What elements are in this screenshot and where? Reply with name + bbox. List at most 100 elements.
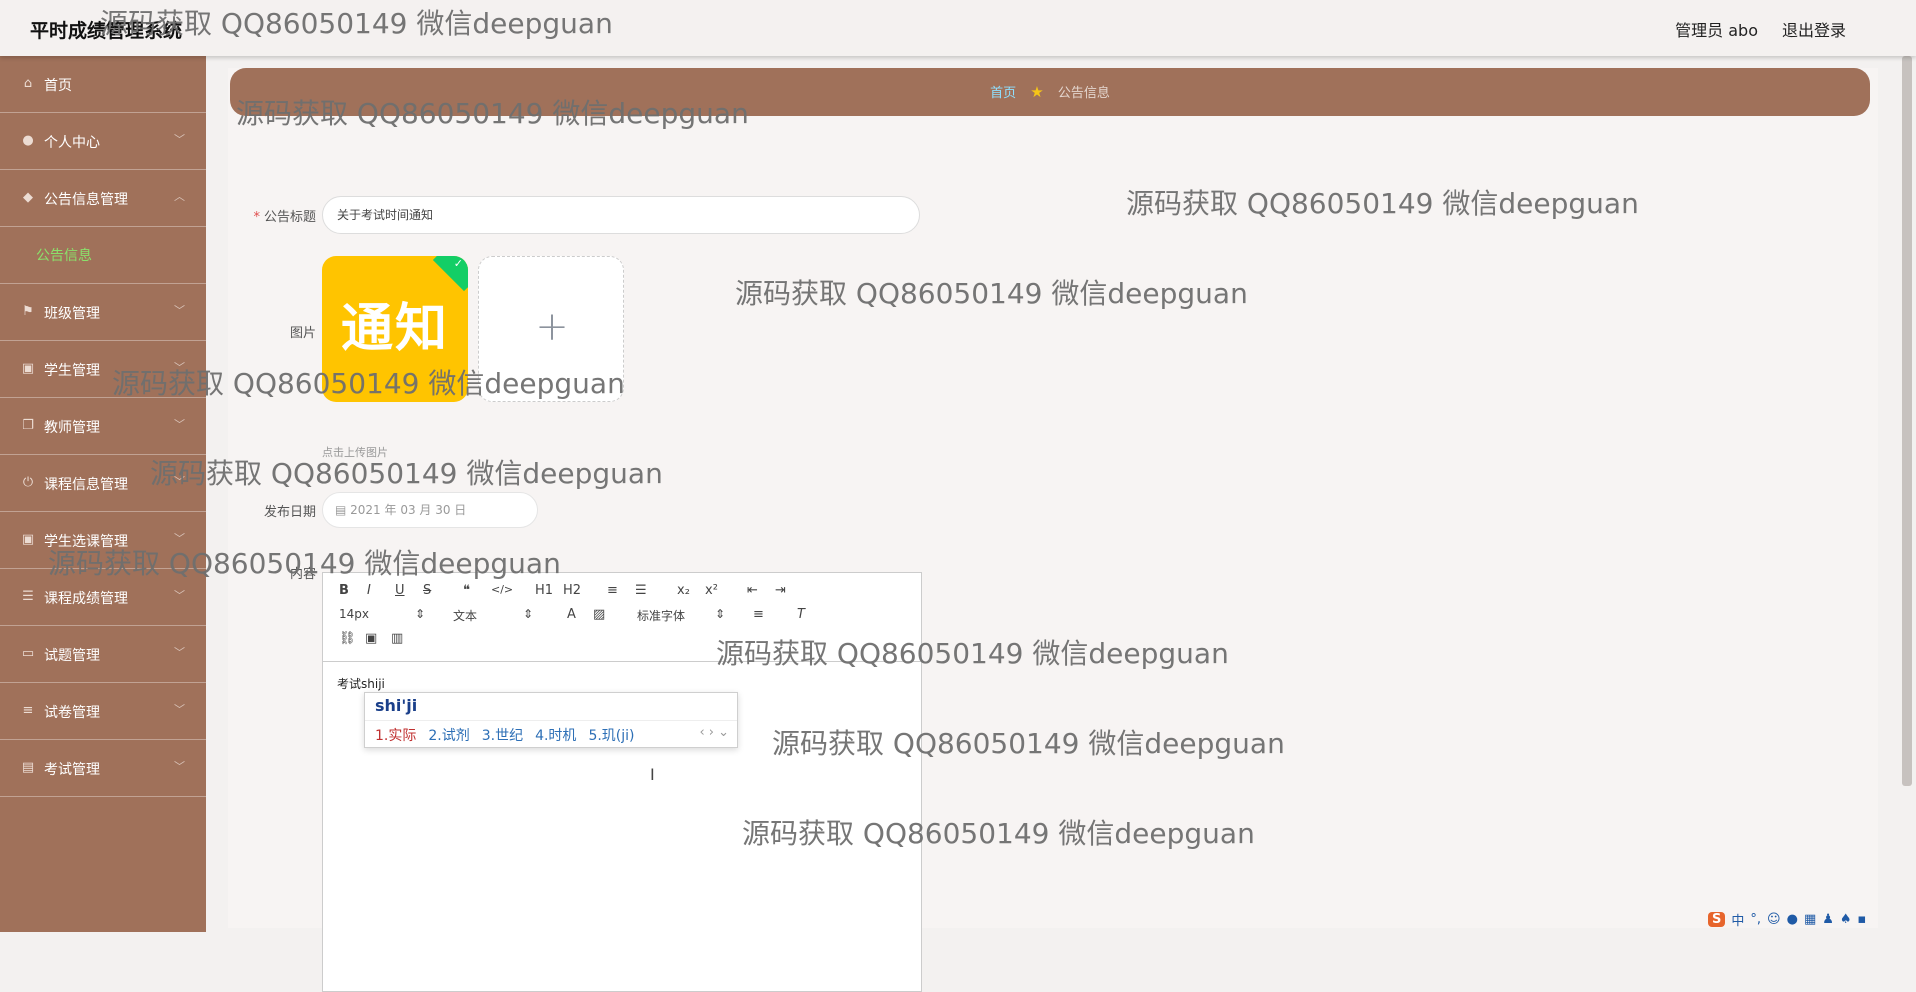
ordered-list-button[interactable]: ≡ <box>607 583 618 598</box>
ime-punctuation[interactable]: °, <box>1750 912 1761 927</box>
indent-button[interactable]: ⇥ <box>775 583 786 598</box>
sidebar-item-label: 个人中心 <box>44 135 100 151</box>
power-icon: ⏻ <box>22 475 34 490</box>
editor-content[interactable]: 考试shiji <box>337 675 385 692</box>
chevron-up-icon: ︿ <box>174 190 185 203</box>
sidebar-item-label: 学生管理 <box>44 363 100 379</box>
clear-format-icon[interactable]: T <box>797 607 805 622</box>
calendar-icon: ▤ <box>335 503 351 517</box>
image-icon[interactable]: ▣ <box>365 631 377 646</box>
chevron-updown-icon: ⇕ <box>523 607 534 621</box>
user-tray-icon[interactable]: ♟ <box>1822 912 1834 927</box>
bullet-list-button[interactable]: ☰ <box>635 583 647 598</box>
date-picker[interactable]: ▤ 2021 年 03 月 30 日 <box>322 492 538 528</box>
microphone-icon[interactable]: ● <box>1787 912 1798 927</box>
chevron-updown-icon: ⇕ <box>415 607 426 621</box>
h1-button[interactable]: H1 <box>535 583 553 598</box>
subscript-button[interactable]: x₂ <box>677 583 690 598</box>
sogou-logo-icon[interactable]: S <box>1708 911 1726 927</box>
watermark: 源码获取 QQ86050149 微信deepguan <box>112 367 625 400</box>
emoji-icon[interactable]: ☺ <box>1767 912 1781 927</box>
heading-select[interactable]: 文本 <box>453 607 477 624</box>
sidebar-subitem-notice[interactable]: 公告信息 <box>0 227 206 284</box>
breadcrumb-home[interactable]: 首页 <box>990 86 1016 101</box>
chevron-down-icon: ﹀ <box>174 703 185 716</box>
sidebar-item-label: 考试管理 <box>44 762 100 778</box>
strike-button[interactable]: S <box>423 583 431 598</box>
watermark: 源码获取 QQ86050149 微信deepguan <box>772 727 1285 760</box>
chevron-down-icon: ﹀ <box>174 133 185 146</box>
background-color-icon[interactable]: ▨ <box>593 607 605 622</box>
ime-candidate[interactable]: 3.世纪 <box>482 725 523 745</box>
check-icon: ✓ <box>453 257 463 270</box>
watermark: 源码获取 QQ86050149 微信deepguan <box>48 547 561 580</box>
ime-candidate-window: shi'ji 1.实际 2.试剂 3.世纪 4.时机 5.玑(ji) ‹ › ⌄ <box>364 692 738 748</box>
ime-tray: S 中 °, ☺ ● ▦ ♟ ♠ ▪ <box>1708 908 1866 930</box>
briefcase-icon: ▤ <box>21 760 35 775</box>
ime-candidate[interactable]: 4.时机 <box>535 725 576 745</box>
sidebar-item-label: 班级管理 <box>44 306 100 322</box>
superscript-button[interactable]: x² <box>705 583 718 598</box>
link-icon[interactable]: ⛓ <box>339 631 356 646</box>
image-label: 图片 <box>289 326 316 341</box>
skin-icon[interactable]: ♠ <box>1840 912 1852 927</box>
sidebar-item-label: 公告信息管理 <box>44 192 128 208</box>
title-input[interactable]: 关于考试时间通知 <box>322 196 920 234</box>
sidebar-item-home[interactable]: ⌂ 首页 <box>0 56 206 113</box>
video-icon[interactable]: ▥ <box>391 631 403 646</box>
align-icon[interactable]: ≡ <box>753 607 764 622</box>
sidebar-item-questions[interactable]: ▭ 试题管理 ﹀ <box>0 626 206 683</box>
user-label[interactable]: 管理员 abo <box>1675 17 1758 41</box>
font-family-select[interactable]: 标准字体 <box>637 607 685 624</box>
code-block-button[interactable]: </> <box>491 583 513 596</box>
chevron-down-icon: ﹀ <box>174 418 185 431</box>
sidebar: ⌂ 首页 ● 个人中心 ﹀ ◆ 公告信息管理 ︿ 公告信息 ⚑ 班级管理 ﹀ ▣… <box>0 56 206 932</box>
sidebar-item-class[interactable]: ⚑ 班级管理 ﹀ <box>0 284 206 341</box>
sliders-icon: ≡ <box>22 703 34 718</box>
ime-candidate[interactable]: 2.试剂 <box>428 725 469 745</box>
bell-icon: ◆ <box>23 190 33 205</box>
title-label: * 公告标题 <box>206 206 316 225</box>
sidebar-item-notice-management[interactable]: ◆ 公告信息管理 ︿ <box>0 170 206 227</box>
ime-candidate[interactable]: 5.玑(ji) <box>588 725 634 745</box>
bold-button[interactable]: B <box>339 583 349 598</box>
sidebar-item-profile[interactable]: ● 个人中心 ﹀ <box>0 113 206 170</box>
sidebar-item-label: 课程信息管理 <box>44 477 128 493</box>
ime-composition: shi'ji <box>375 696 418 715</box>
logout-button[interactable]: 退出登录 <box>1782 17 1846 41</box>
sidebar-item-label: 试题管理 <box>44 648 100 664</box>
sidebar-item-exams[interactable]: ▤ 考试管理 ﹀ <box>0 740 206 797</box>
grid-icon[interactable]: ▪ <box>1858 912 1867 927</box>
ime-candidate[interactable]: 1.实际 <box>375 725 416 745</box>
keyboard-icon[interactable]: ▦ <box>1804 912 1816 927</box>
underline-button[interactable]: U <box>395 583 405 598</box>
main-area: 首页 ★ 公告信息 * 公告标题 关于考试时间通知 图片 通知 ✓ + 点击上传图… <box>206 56 1916 992</box>
font-size-select[interactable]: 14px <box>339 607 369 621</box>
italic-button[interactable]: I <box>367 583 371 598</box>
page-scrollbar[interactable] <box>1902 56 1912 786</box>
watermark: 源码获取 QQ86050149 微信deepguan <box>716 637 1229 670</box>
date-label: 发布日期 <box>263 505 316 520</box>
sidebar-item-label: 教师管理 <box>44 420 100 436</box>
monitor-icon: ▭ <box>21 646 35 661</box>
text-cursor-icon: I <box>650 765 655 784</box>
chevron-updown-icon: ⇕ <box>715 607 726 621</box>
sidebar-item-teacher[interactable]: ❐ 教师管理 ﹀ <box>0 398 206 455</box>
ime-page-nav[interactable]: ‹ › ⌄ <box>699 725 729 740</box>
ime-divider <box>365 720 737 721</box>
title-label-text: 公告标题 <box>263 210 316 225</box>
date-value: 2021 年 03 月 30 日 <box>350 503 467 517</box>
home-icon: ⌂ <box>23 76 33 91</box>
font-color-icon[interactable]: A <box>567 607 576 622</box>
sidebar-item-papers[interactable]: ≡ 试卷管理 ﹀ <box>0 683 206 740</box>
h2-button[interactable]: H2 <box>563 583 581 598</box>
chevron-down-icon: ﹀ <box>174 304 185 317</box>
outdent-button[interactable]: ⇤ <box>747 583 758 598</box>
top-right-actions: 管理员 abo 退出登录 <box>1675 17 1846 41</box>
chevron-down-icon: ﹀ <box>174 760 185 773</box>
watermark: 源码获取 QQ86050149 微信deepguan <box>1126 187 1639 220</box>
blockquote-button[interactable]: ❝ <box>463 583 470 598</box>
sidebar-item-label: 课程成绩管理 <box>44 591 128 607</box>
ime-language[interactable]: 中 <box>1731 910 1744 929</box>
chevron-down-icon: ﹀ <box>174 646 185 659</box>
